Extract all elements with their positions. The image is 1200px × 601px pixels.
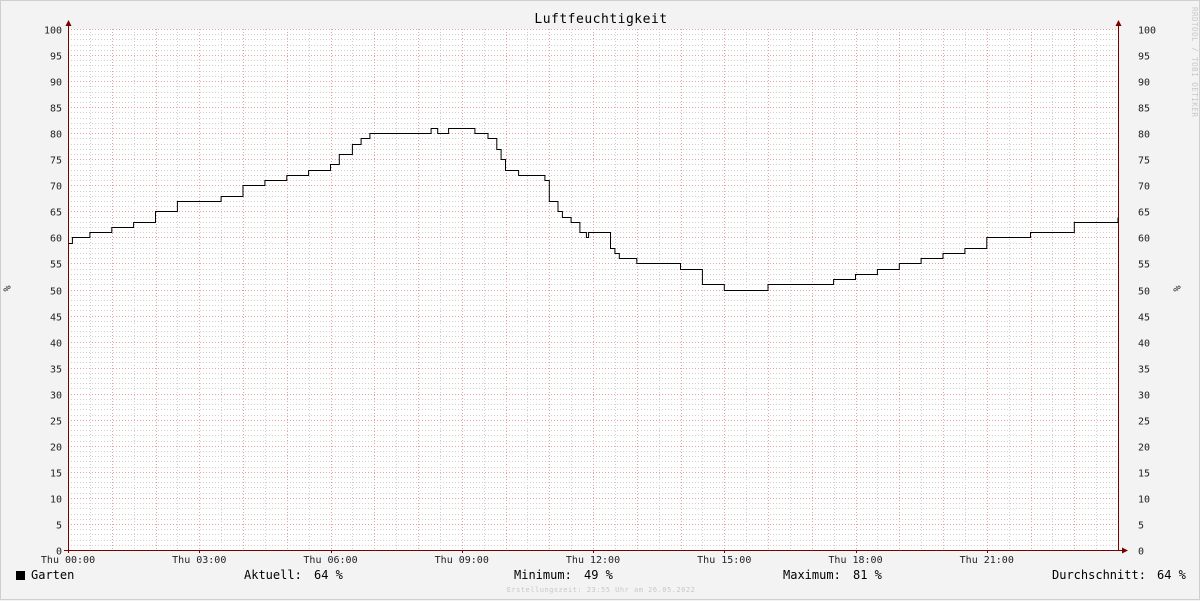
y-tick-label-right: 40: [1138, 339, 1150, 350]
y-tick-label-right: 50: [1138, 287, 1150, 298]
y-tick-label-left: 85: [50, 104, 62, 115]
y-tick-label-left: 80: [50, 130, 62, 141]
legend-max-label: Maximum:: [783, 568, 841, 582]
y-tick-label-left: 95: [50, 52, 62, 63]
x-axis-arrow: [1122, 547, 1128, 554]
y-tick-label-right: 45: [1138, 313, 1150, 324]
y-tick-label-right: 65: [1138, 208, 1150, 219]
y-tick-label-right: 20: [1138, 443, 1150, 454]
y-tick-label-left: 35: [50, 365, 62, 376]
y-tick-label-left: 45: [50, 313, 62, 324]
y-tick-label-right: 80: [1138, 130, 1150, 141]
y-tick-label-right: 60: [1138, 234, 1150, 245]
x-tick-label: Thu 00:00: [41, 555, 95, 566]
y-tick-label-right: 5: [1138, 521, 1144, 532]
rrdtool-watermark: RRDTOOL / TOBI OETIKER: [1190, 7, 1199, 118]
y-tick-label-left: 65: [50, 208, 62, 219]
y-tick-label-left: 30: [50, 391, 62, 402]
y-tick-label-right: 30: [1138, 391, 1150, 402]
legend-avg-value: 64 %: [1157, 568, 1186, 582]
y-tick-label-left: 55: [50, 260, 62, 271]
legend-avg-label: Durchschnitt:: [1052, 568, 1146, 582]
y-tick-label-right: 0: [1138, 547, 1144, 558]
y-tick-label-left: 75: [50, 156, 62, 167]
y-tick-label-left: 20: [50, 443, 62, 454]
x-tick-label: Thu 18:00: [828, 555, 882, 566]
x-tick-label: Thu 21:00: [960, 555, 1014, 566]
footer-timestamp: Erstellungszeit: 23:55 Uhr am 26.05.2022: [506, 586, 696, 594]
y-tick-label-left: 60: [50, 234, 62, 245]
y-axis-label-left: %: [2, 285, 14, 292]
y-tick-label-left: 50: [50, 287, 62, 298]
legend-min-label: Minimum:: [514, 568, 572, 582]
y-tick-label-left: 70: [50, 182, 62, 193]
legend-max-value: 81 %: [853, 568, 882, 582]
y-tick-label-left: 5: [56, 521, 62, 532]
y-tick-label-left: 10: [50, 495, 62, 506]
x-tick-label: Thu 12:00: [566, 555, 620, 566]
legend-series-label: Garten: [31, 568, 75, 582]
x-tick-label: Thu 09:00: [435, 555, 489, 566]
y-tick-label-right: 100: [1138, 26, 1156, 37]
legend-min-value: 49 %: [584, 568, 613, 582]
y-tick-label-right: 25: [1138, 417, 1150, 428]
y-tick-label-right: 35: [1138, 365, 1150, 376]
y-tick-label-right: 75: [1138, 156, 1150, 167]
y-tick-label-right: 70: [1138, 182, 1150, 193]
y-tick-label-left: 100: [44, 26, 62, 37]
legend-swatch: [16, 571, 25, 580]
y-tick-label-right: 55: [1138, 260, 1150, 271]
y-tick-label-left: 90: [50, 78, 62, 89]
y-tick-label-right: 90: [1138, 78, 1150, 89]
chart-title: Luftfeuchtigkeit: [534, 12, 668, 27]
legend-current-value: 64 %: [314, 568, 343, 582]
plot-area: 0 05 510 1015 1520 2025 2530 3035 3540 4045 4550 50…: [41, 20, 1156, 566]
y-tick-label-left: 40: [50, 339, 62, 350]
x-tick-label: Thu 03:00: [172, 555, 226, 566]
y-tick-label-right: 10: [1138, 495, 1150, 506]
y-tick-label-right: 95: [1138, 52, 1150, 63]
x-tick-label: Thu 15:00: [697, 555, 751, 566]
x-tick-label: Thu 06:00: [303, 555, 357, 566]
y-tick-label-left: 15: [50, 469, 62, 480]
chart-frame: 0 0 5 5 10 10 15 15 20 20 25 25 30 30 35 35 40 40 45 45 50 50…: [0, 0, 1200, 600]
y-tick-label-right: 15: [1138, 469, 1150, 480]
legend-current-label: Aktuell:: [244, 568, 302, 582]
y-tick-label-left: 25: [50, 417, 62, 428]
y-axis-label-right: %: [1172, 285, 1184, 292]
y-tick-label-right: 85: [1138, 104, 1150, 115]
